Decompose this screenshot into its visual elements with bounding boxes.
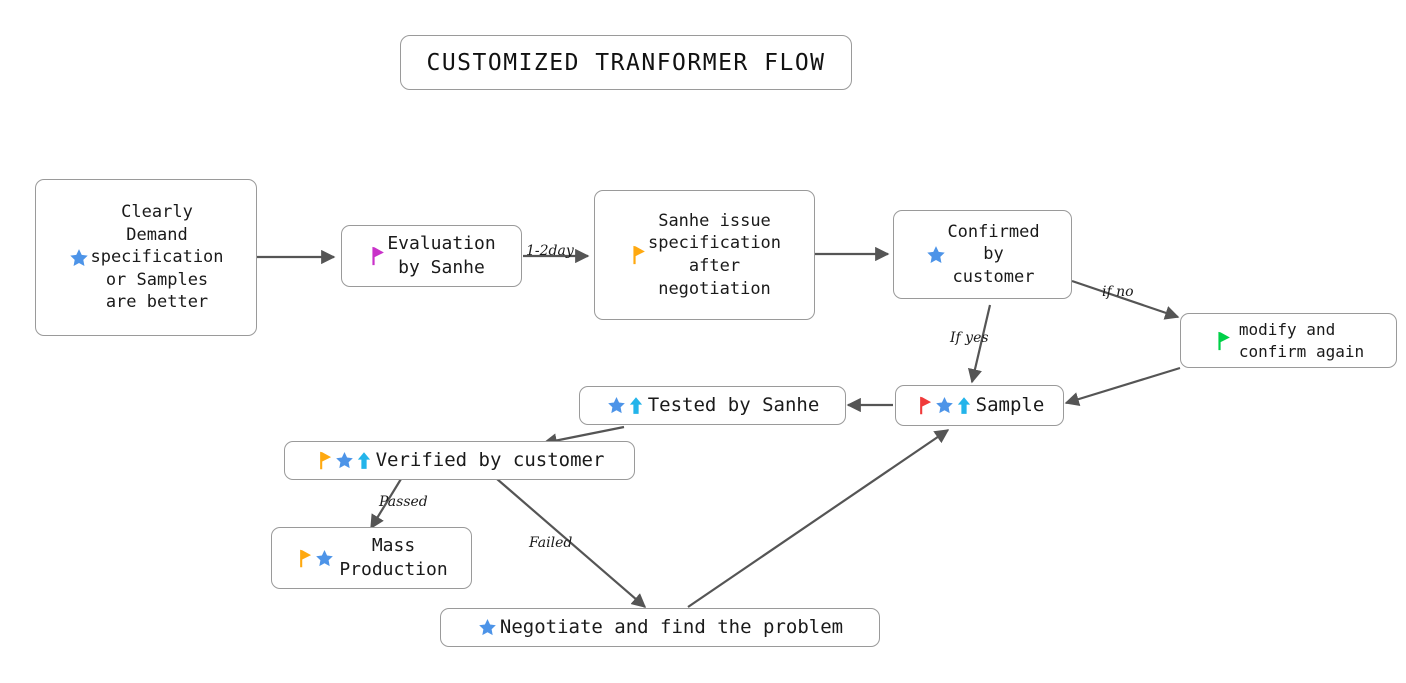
node-confirmed-by-customer[interactable]: Confirmed by customer (893, 210, 1072, 299)
node-icons (915, 395, 973, 416)
node-icons (925, 244, 947, 266)
diagram-title: CUSTOMIZED TRANFORMER FLOW (400, 35, 852, 90)
node-label: Negotiate and find the problem (499, 615, 844, 638)
node-evaluation-by-sanhe[interactable]: Evaluation by Sanhe (341, 225, 522, 287)
node-icons (68, 247, 90, 269)
star-blue-icon (477, 617, 498, 638)
node-clearly-demand[interactable]: Clearly Demand specification or Samples … (35, 179, 257, 336)
edge-label-if-no: if no (1102, 284, 1134, 300)
node-icons (477, 617, 498, 638)
star-blue-icon (68, 247, 90, 269)
star-blue-icon (314, 548, 335, 569)
edge-label-failed: Failed (529, 535, 573, 551)
node-label: Sanhe issue specification after negotiat… (647, 210, 782, 299)
edge-modify-to-sample (1064, 366, 1181, 407)
node-modify-and-confirm-again[interactable]: modify and confirm again (1180, 313, 1397, 368)
node-label: Confirmed by customer (947, 221, 1040, 287)
star-blue-icon (925, 244, 947, 266)
node-icons (1213, 330, 1233, 352)
node-sample[interactable]: Sample (895, 385, 1064, 426)
node-icons (628, 244, 648, 266)
star-blue-icon (606, 395, 627, 416)
node-label: modify and confirm again (1238, 320, 1365, 361)
node-verified-by-customer[interactable]: Verified by customer (284, 441, 635, 480)
edge-label-passed: Passed (379, 494, 428, 510)
edge-label-if-yes: If yes (950, 330, 989, 346)
node-label: Clearly Demand specification or Samples … (90, 201, 224, 313)
flag-red-icon (915, 395, 934, 416)
node-mass-production[interactable]: Mass Production (271, 527, 472, 589)
node-label: Mass Production (339, 535, 448, 580)
node-tested-by-sanhe[interactable]: Tested by Sanhe (579, 386, 846, 425)
edge-label-1-2day: 1-2day (526, 243, 574, 259)
arrow-up-cyan-icon (955, 395, 973, 416)
star-blue-icon (934, 395, 955, 416)
flag-green-icon (1213, 330, 1233, 352)
flag-orange-icon (315, 450, 334, 471)
node-icons (367, 245, 387, 267)
node-negotiate-find-problem[interactable]: Negotiate and find the problem (440, 608, 880, 647)
flowchart-canvas: CUSTOMIZED TRANFORMER FLOW Clearly Deman… (0, 0, 1406, 683)
node-icons (606, 395, 645, 416)
node-label: Verified by customer (375, 448, 605, 471)
node-label: Tested by Sanhe (647, 393, 820, 416)
node-icons (295, 548, 335, 569)
flag-orange-icon (628, 244, 648, 266)
node-label: Evaluation by Sanhe (387, 233, 496, 278)
flag-orange-icon (295, 548, 314, 569)
node-icons (315, 450, 373, 471)
star-blue-icon (334, 450, 355, 471)
diagram-title-text: CUSTOMIZED TRANFORMER FLOW (426, 49, 826, 76)
edge-negotiate-to-sample (687, 429, 950, 608)
node-label: Sample (975, 393, 1045, 416)
flag-magenta-icon (367, 245, 387, 267)
arrow-up-cyan-icon (627, 395, 645, 416)
node-sanhe-issue-specification[interactable]: Sanhe issue specification after negotiat… (594, 190, 815, 320)
arrow-up-cyan-icon (355, 450, 373, 471)
